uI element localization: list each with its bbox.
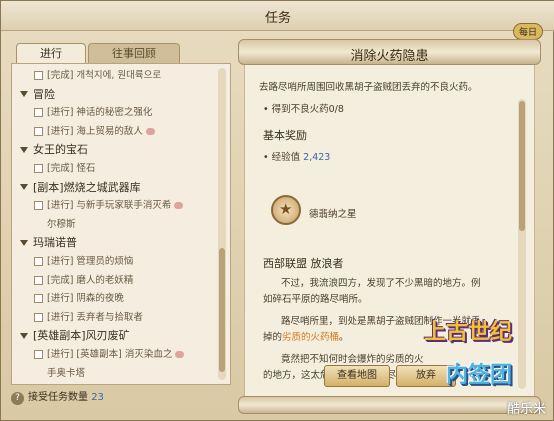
quest-label: 冒险	[33, 87, 55, 101]
quest-entry[interactable]: [进行] 管理员的烦恼	[12, 253, 133, 270]
tab-in-progress[interactable]: 进行	[16, 43, 86, 65]
quest-entry[interactable]: [进行] 阴森的夜晚	[12, 290, 124, 307]
title-bar[interactable]: 任务	[1, 1, 554, 31]
quest-category[interactable]: [副本]燃烧之城武器库	[12, 179, 141, 196]
quest-entry[interactable]: [完成] 개척지에, 원대륙으로	[12, 67, 161, 84]
watermark-logo: 上古世纪	[424, 320, 513, 345]
quest-label: [完成] 磨人的老妖精	[47, 274, 134, 286]
dialog-text: 。	[339, 332, 349, 343]
quest-label: [副本]燃烧之城武器库	[33, 180, 141, 194]
watermark-logo-sub: 内签团	[446, 363, 513, 388]
quest-entry[interactable]: [进行] [英雄副本] 消灭染血之	[12, 346, 185, 363]
quest-title: 消除火药隐患	[350, 49, 429, 64]
quest-entry[interactable]: [完成] 磨人的老妖精	[12, 272, 133, 289]
view-map-button[interactable]: 查看地图	[324, 365, 390, 387]
quest-count: ? 接受任务数量 23	[11, 389, 104, 407]
expand-arrow-icon[interactable]	[20, 184, 28, 191]
quest-category[interactable]: 冒险	[12, 86, 55, 103]
track-checkbox[interactable]	[34, 201, 43, 211]
quest-list-panel: [完成] 개척지에, 원대륙으로 冒险 [进行] 神话的秘密之强化 [进行] 海上贸易…	[11, 63, 231, 385]
quest-count-value: 23	[91, 392, 104, 403]
tab-history[interactable]: 往事回顾	[88, 43, 180, 65]
expand-arrow-icon[interactable]	[20, 91, 28, 98]
quest-entry[interactable]: [进行] 海上贸易的敌人	[12, 123, 155, 140]
quest-entry[interactable]: [进行] 神话的秘密之强化	[12, 104, 152, 121]
dialog-text: 掉的	[263, 332, 283, 343]
quest-label: [进行] [英雄副本] 消灭染血之	[47, 349, 173, 360]
quest-label: 玛瑞诺普	[33, 236, 77, 250]
reward-item-icon[interactable]	[271, 195, 301, 225]
quest-label: [进行] 丢弃者与拾取者	[47, 311, 143, 323]
chat-bubble-icon	[175, 351, 185, 358]
reward-item-name: 德翡纳之星	[309, 209, 357, 220]
quest-label: [进行] 管理员的烦恼	[47, 256, 134, 267]
quest-label: [英雄副本]风刃废矿	[33, 329, 130, 343]
track-checkbox[interactable]	[34, 108, 43, 118]
dialog-line: 掉的劣质的火药桶。	[263, 329, 349, 343]
highlight-item: 劣质的火药桶	[282, 332, 340, 343]
track-checkbox[interactable]	[34, 71, 43, 80]
quest-category[interactable]: [英雄副本]风刃废矿	[12, 327, 130, 344]
npc-name: 西部联盟 放浪者	[263, 257, 344, 270]
quest-detail-paper: 去路尽哨所周围回收黑胡子盗贼团丢弃的不良火药。 • 得到不良火药0/8 基本奖励…	[244, 65, 535, 400]
quest-objective: • 得到不良火药0/8	[263, 104, 344, 115]
quest-label: [进行] 阴森的夜晚	[47, 293, 124, 305]
track-checkbox[interactable]	[34, 294, 43, 304]
expand-arrow-icon[interactable]	[20, 332, 28, 339]
quest-entry[interactable]: [进行] 与新手玩家联手消灭希	[12, 197, 184, 214]
quest-label: [完成] 개척지에, 원대륙으로	[47, 70, 162, 81]
quest-list-scrollbar[interactable]	[218, 68, 226, 380]
quest-window: 任务 每日 进行 往事回顾 [完成] 개척지에, 원대륙으로 冒险 [进行] 神话的…	[0, 0, 554, 421]
chat-bubble-icon	[174, 202, 184, 210]
track-checkbox[interactable]	[34, 275, 43, 285]
chat-bubble-icon	[145, 127, 155, 135]
quest-description: 去路尽哨所周围回收黑胡子盗贼团丢弃的不良火药。	[259, 82, 478, 93]
quest-detail-scroll-thumb[interactable]	[519, 101, 525, 231]
quest-entry-continuation[interactable]: 尔穆斯	[12, 216, 76, 233]
quest-entry-continuation[interactable]: 手奥卡塔	[12, 365, 85, 382]
quest-category[interactable]: 女王的宝石	[12, 141, 88, 158]
window-title: 任务	[264, 11, 291, 26]
track-checkbox[interactable]	[34, 312, 43, 322]
quest-count-label: 接受任务数量	[28, 392, 88, 403]
track-checkbox[interactable]	[34, 164, 43, 173]
exp-label: • 经验值	[263, 152, 301, 163]
quest-entry[interactable]: [进行] 丢弃者与拾取者	[12, 309, 143, 326]
scroll-top-roll: 消除火药隐患	[238, 39, 541, 65]
dialog-line: 不过，我流浪四方，发现了不少黑暗的地方。例	[281, 278, 481, 289]
watermark-site: 酷乐米	[507, 402, 547, 417]
quest-list-scroll-thumb[interactable]	[219, 248, 225, 372]
daily-badge[interactable]: 每日	[512, 23, 543, 40]
quest-label: 尔穆斯	[47, 218, 76, 230]
expand-arrow-icon[interactable]	[20, 239, 28, 246]
quest-label: [完成] 怪石	[47, 163, 96, 174]
help-icon[interactable]: ?	[11, 392, 24, 405]
track-checkbox[interactable]	[34, 257, 43, 266]
reward-heading: 基本奖励	[263, 129, 307, 142]
track-checkbox[interactable]	[34, 126, 43, 136]
quest-label: [进行] 神话的秘密之强化	[47, 107, 153, 119]
dialog-line: 如碎石平原的路尽哨所。	[263, 294, 368, 305]
track-checkbox[interactable]	[34, 350, 43, 359]
exp-reward: • 经验值 2,423	[263, 149, 330, 163]
quest-label: [进行] 海上贸易的敌人	[47, 125, 143, 137]
expand-arrow-icon[interactable]	[20, 146, 28, 153]
quest-detail-scrollbar[interactable]	[518, 99, 526, 389]
scroll-bottom-roll	[238, 396, 541, 414]
quest-label: 手奥卡塔	[47, 367, 86, 379]
exp-value: 2,423	[303, 152, 331, 163]
quest-entry[interactable]: [完成] 怪石	[12, 160, 95, 177]
quest-label: 女王的宝石	[33, 143, 88, 157]
quest-label: [进行] 与新手玩家联手消灭希	[47, 200, 172, 212]
quest-category[interactable]: 玛瑞诺普	[12, 234, 77, 251]
dialog-line: 竟然把不知何时会爆炸的劣质的火	[281, 354, 424, 365]
